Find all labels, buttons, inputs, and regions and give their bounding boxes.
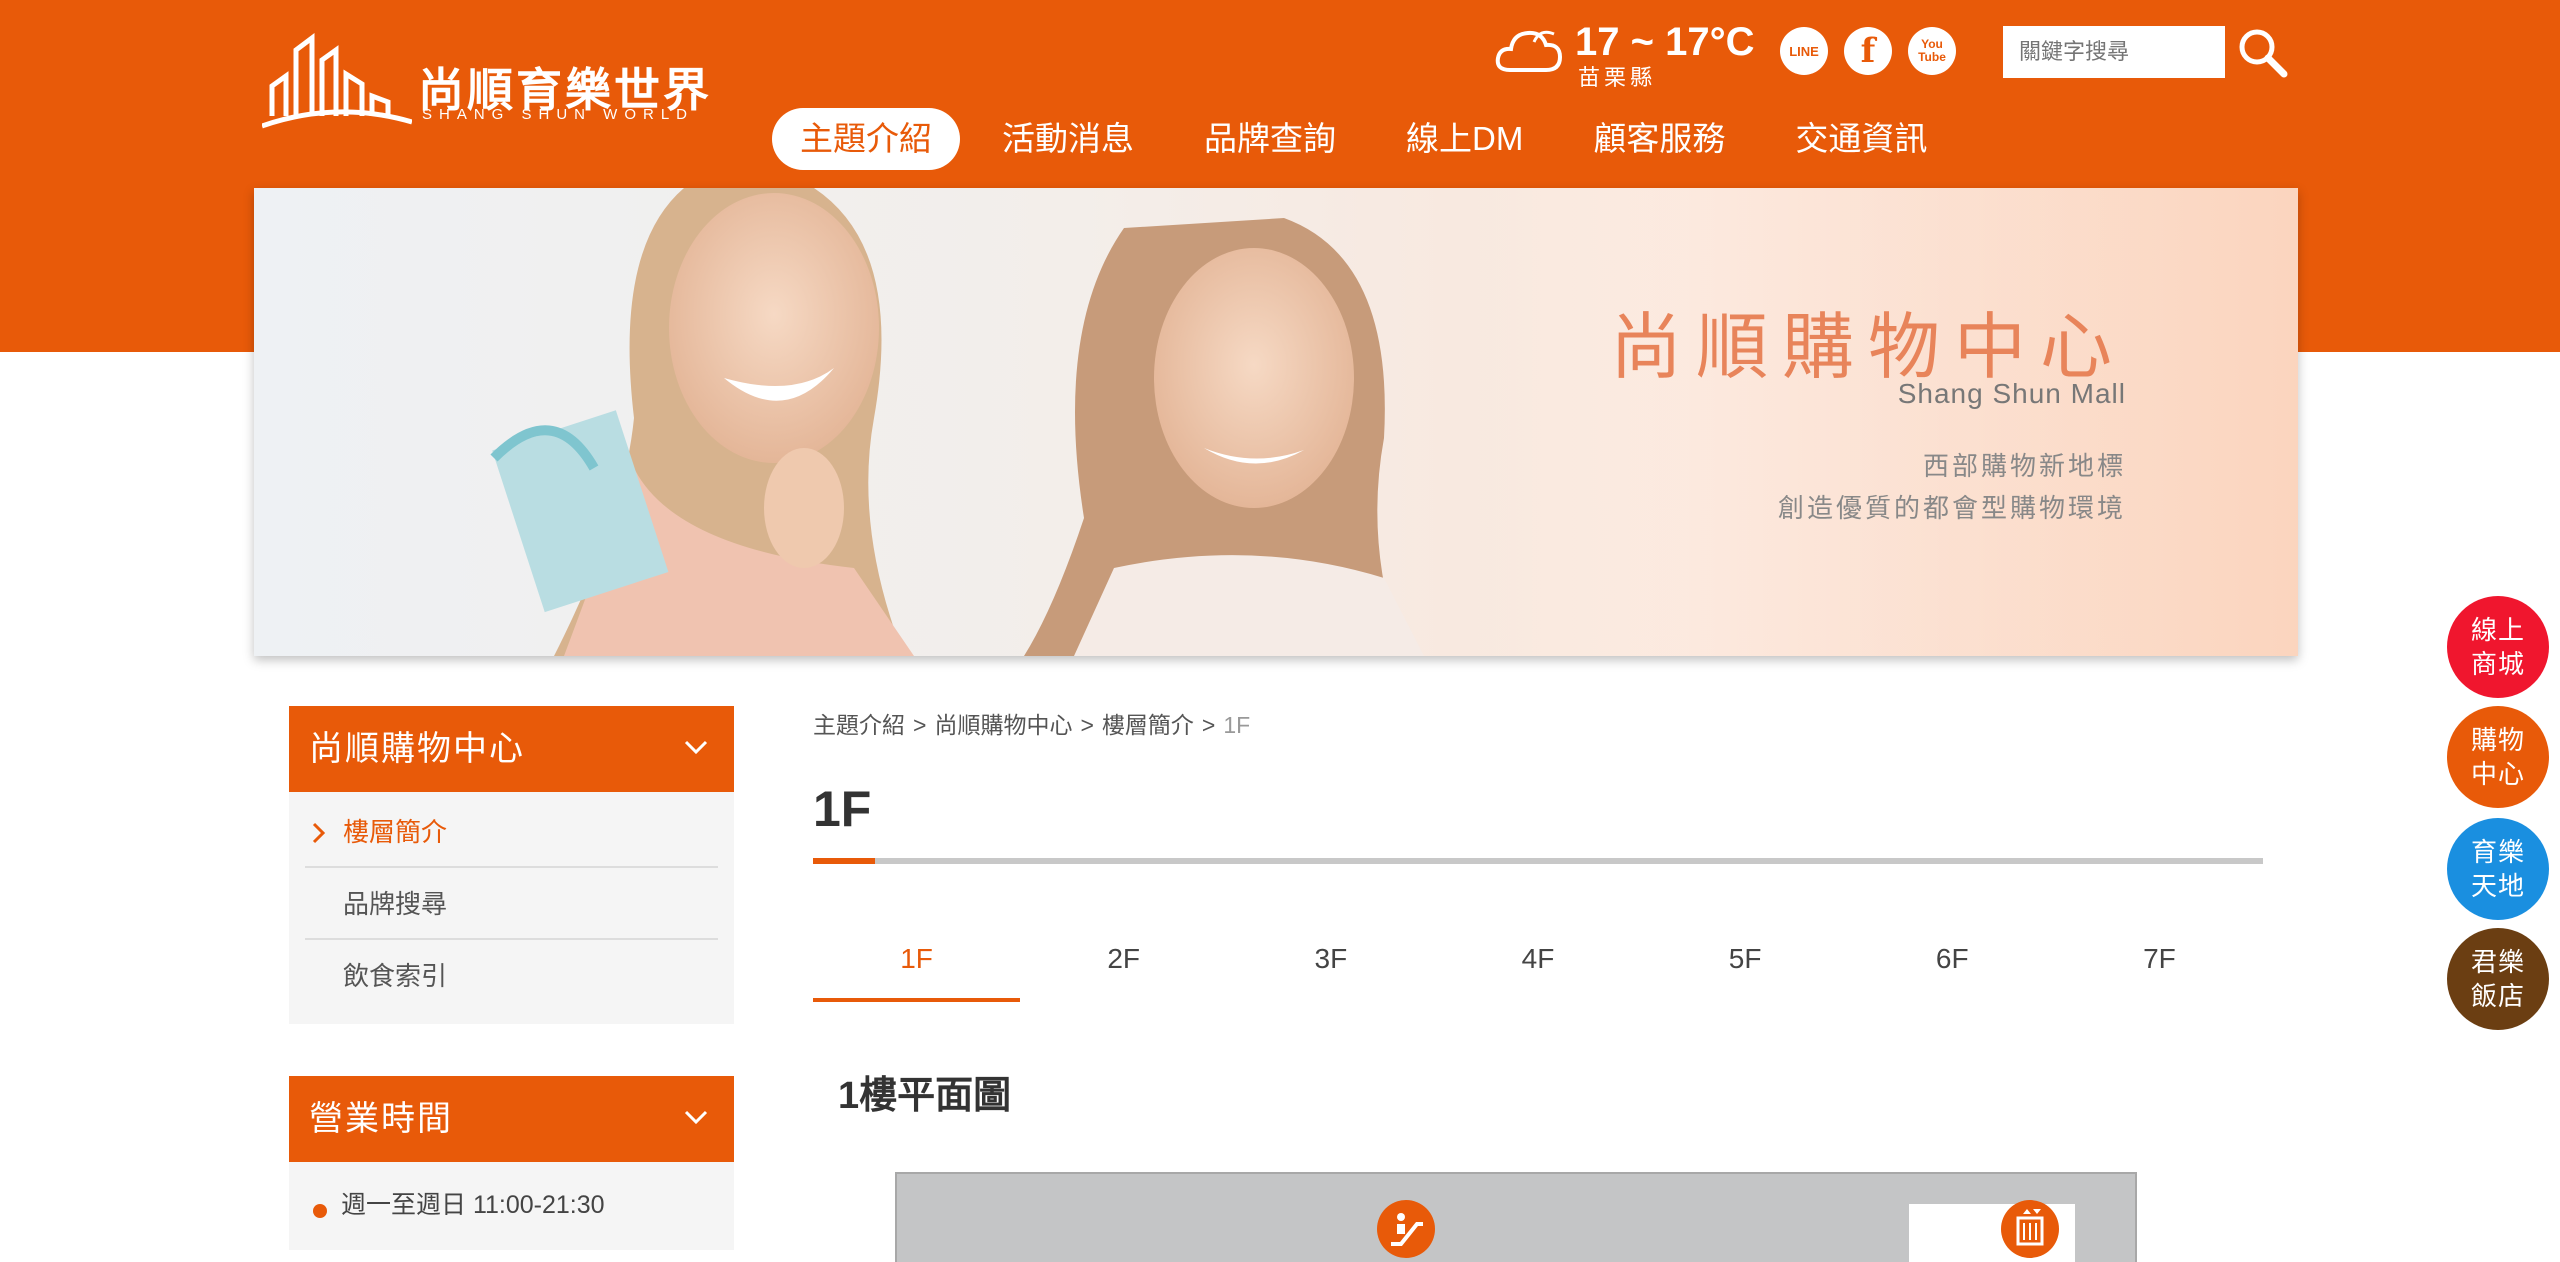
breadcrumb-link-intro[interactable]: 主題介紹: [813, 712, 905, 738]
nav-item-brands[interactable]: 品牌查詢: [1176, 108, 1364, 170]
sidebar-header-title: 尚順購物中心: [309, 730, 525, 768]
sidebar-header-title: 營業時間: [309, 1100, 453, 1138]
logo-buildings-icon: [262, 33, 412, 129]
breadcrumb-separator: >: [1080, 712, 1094, 738]
tab-7f[interactable]: 7F: [2056, 920, 2263, 1002]
main-nav: 主題介紹 活動消息 品牌查詢 線上DM 顧客服務 交通資訊: [772, 108, 1969, 170]
search-input[interactable]: [2003, 26, 2225, 78]
sidebar-item-label: 品牌搜尋: [343, 889, 448, 919]
tab-3f[interactable]: 3F: [1227, 920, 1434, 1002]
tab-2f[interactable]: 2F: [1020, 920, 1227, 1002]
nav-item-dm[interactable]: 線上DM: [1378, 108, 1551, 170]
logo-subtitle: SHANG SHUN WORLD: [422, 106, 695, 123]
floor-tabs: 1F 2F 3F 4F 5F 6F 7F: [813, 920, 2263, 1002]
float-button-online-store[interactable]: 線上商城: [2447, 596, 2549, 698]
banner-photo: [490, 188, 2298, 656]
tab-5f[interactable]: 5F: [1642, 920, 1849, 1002]
elevator-icon[interactable]: [2001, 1200, 2059, 1258]
sidebar-header-hours[interactable]: 營業時間: [289, 1076, 734, 1162]
business-hours-text: 週一至週日 11:00-21:30: [341, 1191, 605, 1219]
sidebar-hours-panel: 週一至週日 11:00-21:30: [289, 1162, 734, 1250]
page-title: 1F: [813, 781, 872, 837]
breadcrumb: 主題介紹 > 尚順購物中心 > 樓層簡介 >1F: [813, 706, 1250, 740]
hero-banner: 尚順購物中心 Shang Shun Mall 西部購物新地標 創造優質的都會型購…: [254, 188, 2298, 656]
breadcrumb-separator: >: [1201, 712, 1216, 738]
breadcrumb-separator: >: [913, 712, 927, 738]
weather-location: 苗栗縣: [1578, 65, 1657, 90]
youtube-icon[interactable]: You Tube: [1908, 27, 1956, 75]
floor-plan-map[interactable]: [895, 1172, 2137, 1262]
tab-4f[interactable]: 4F: [1434, 920, 1641, 1002]
sidebar-item-food-index[interactable]: 飲食索引: [305, 940, 718, 1012]
chevron-right-icon: [312, 822, 325, 844]
sidebar-item-floor-intro[interactable]: 樓層簡介: [305, 796, 718, 868]
breadcrumb-link-mall[interactable]: 尚順購物中心: [934, 712, 1072, 738]
bullet-dot-icon: [313, 1204, 327, 1218]
banner-subtitle: Shang Shun Mall: [1897, 378, 2126, 409]
tab-6f[interactable]: 6F: [1849, 920, 2056, 1002]
nav-item-service[interactable]: 顧客服務: [1565, 108, 1753, 170]
nav-item-intro[interactable]: 主題介紹: [772, 108, 960, 170]
sidebar-item-label: 飲食索引: [343, 961, 448, 991]
sidebar-item-brand-search[interactable]: 品牌搜尋: [305, 868, 718, 940]
sidebar-header-mall[interactable]: 尚順購物中心: [289, 706, 734, 792]
logo[interactable]: 尚順育樂世界 SHANG SHUN WORLD: [262, 30, 722, 130]
sidebar-item-label: 樓層簡介: [343, 817, 448, 847]
escalator-icon[interactable]: [1377, 1200, 1435, 1258]
breadcrumb-link-floor-intro[interactable]: 樓層簡介: [1102, 712, 1194, 738]
floor-plan-heading: 1樓平面圖: [838, 1075, 1012, 1117]
weather-temperature: 17 ~ 17°C: [1575, 20, 1755, 64]
nav-item-traffic[interactable]: 交通資訊: [1767, 108, 1955, 170]
cloud-icon: [1495, 30, 1563, 72]
banner-tagline-1: 西部購物新地標: [1922, 451, 2126, 481]
chevron-down-icon: [684, 740, 708, 755]
tab-1f[interactable]: 1F: [813, 920, 1021, 1002]
chevron-down-icon: [684, 1110, 708, 1125]
sidebar-menu: 樓層簡介 品牌搜尋 飲食索引: [289, 792, 734, 1024]
breadcrumb-current: 1F: [1223, 712, 1251, 738]
banner-tagline-2: 創造優質的都會型購物環境: [1777, 493, 2126, 523]
nav-item-events[interactable]: 活動消息: [974, 108, 1162, 170]
title-divider: [813, 858, 2263, 864]
facebook-icon[interactable]: f: [1844, 27, 1892, 75]
float-button-hotel[interactable]: 君樂飯店: [2447, 928, 2549, 1030]
line-icon[interactable]: LINE: [1780, 27, 1828, 75]
search-icon[interactable]: [2236, 26, 2288, 78]
float-button-entertainment[interactable]: 育樂天地: [2447, 818, 2549, 920]
business-hours: 週一至週日 11:00-21:30: [289, 1170, 734, 1240]
float-button-shopping-center[interactable]: 購物中心: [2447, 706, 2549, 808]
title-divider-accent: [813, 858, 875, 864]
